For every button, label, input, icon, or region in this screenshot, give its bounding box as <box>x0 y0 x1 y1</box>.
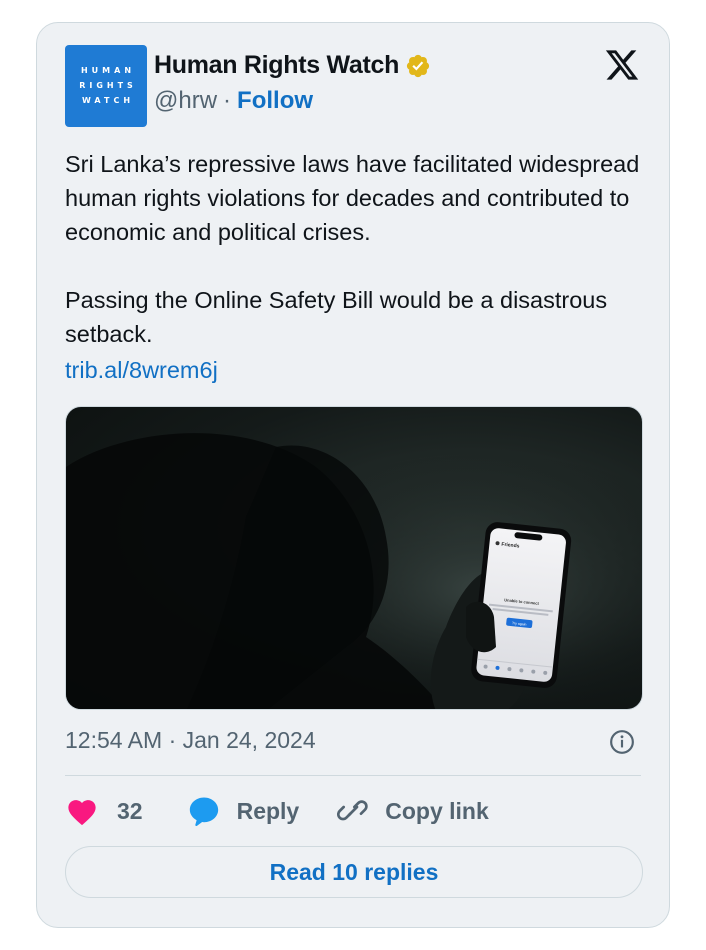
author-name-row[interactable]: Human Rights Watch <box>154 51 431 80</box>
avatar-line-1: HUMAN <box>80 66 136 75</box>
handle-line: @hrw · Follow <box>154 87 313 115</box>
info-icon[interactable] <box>609 729 635 755</box>
tweet-link[interactable]: trib.al/8wrem6j <box>65 353 218 387</box>
avatar-line-3: WATCH <box>81 96 135 105</box>
copy-link-label: Copy link <box>385 797 489 824</box>
tweet-text: Sri Lanka’s repressive laws have facilit… <box>65 147 655 351</box>
copy-link-button[interactable]: Copy link <box>337 795 489 827</box>
speech-bubble-icon <box>189 797 218 827</box>
tweet-embed-card: HUMAN RIGHTS WATCH Human Rights Watch @h… <box>36 22 670 928</box>
reply-button[interactable]: Reply <box>187 794 300 828</box>
tweet-paragraph-1: Sri Lanka’s repressive laws have facilit… <box>65 151 640 245</box>
avatar[interactable]: HUMAN RIGHTS WATCH <box>65 45 147 127</box>
like-button[interactable]: 32 <box>65 796 143 826</box>
heart-icon <box>68 800 96 826</box>
follow-button[interactable]: Follow <box>237 87 313 115</box>
divider <box>65 775 641 776</box>
reply-label: Reply <box>236 797 300 824</box>
read-replies-button[interactable]: Read 10 replies <box>65 846 643 898</box>
tweet-paragraph-2: Passing the Online Safety Bill would be … <box>65 287 608 347</box>
author-name[interactable]: Human Rights Watch <box>154 51 399 80</box>
action-bar: 32 Reply Copy link <box>65 793 489 829</box>
like-count: 32 <box>117 797 143 824</box>
tweet-media-image[interactable]: Friends Unable to connect Try again <box>65 406 643 710</box>
x-logo-icon[interactable] <box>603 47 641 83</box>
separator: · <box>223 87 232 114</box>
avatar-line-2: RIGHTS <box>79 81 137 90</box>
author-handle[interactable]: @hrw <box>154 87 217 115</box>
tweet-timestamp[interactable]: 12:54 AM · Jan 24, 2024 <box>65 727 316 754</box>
media-photo: Friends Unable to connect Try again <box>66 407 642 709</box>
link-icon <box>337 800 368 821</box>
verified-badge-icon <box>406 54 430 77</box>
